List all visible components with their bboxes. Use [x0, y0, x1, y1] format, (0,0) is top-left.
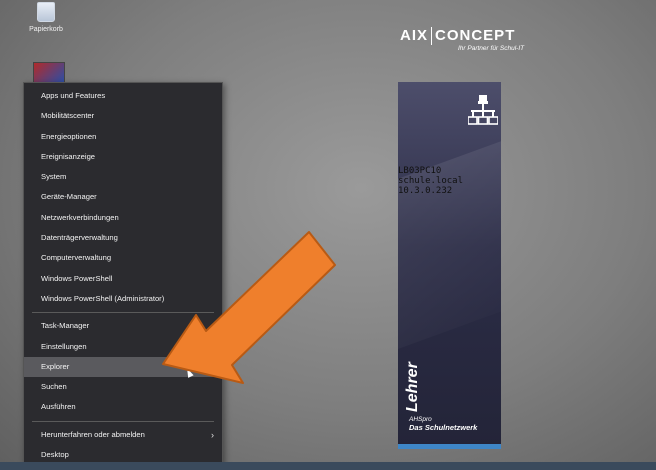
menu-item-network-connections[interactable]: Netzwerkverbindungen: [24, 208, 222, 228]
menu-item-computer-management[interactable]: Computerverwaltung: [24, 248, 222, 268]
menu-item-search[interactable]: Suchen: [24, 377, 222, 397]
role-label: Lehrer: [404, 362, 421, 412]
menu-item-apps-features[interactable]: Apps und Features: [24, 86, 222, 106]
menu-item-power-options[interactable]: Energieoptionen: [24, 127, 222, 147]
winx-context-menu: Apps und Features Mobilitätscenter Energ…: [23, 82, 223, 465]
network-tree-icon: [468, 95, 498, 125]
menu-item-run[interactable]: Ausführen: [24, 397, 222, 417]
recycle-bin-icon: [37, 2, 55, 22]
menu-item-task-manager[interactable]: Task-Manager: [24, 316, 222, 336]
menu-item-system[interactable]: System: [24, 167, 222, 187]
bginfo-panel: LB03PC10 schule.local 10.3.0.232 Lehrer …: [398, 82, 501, 449]
app-shortcut-icon[interactable]: [33, 62, 65, 84]
aixconcept-logo: AIX CONCEPT Ihr Partner für Schul-IT: [400, 27, 524, 52]
menu-item-mobility-center[interactable]: Mobilitätscenter: [24, 106, 222, 126]
menu-item-powershell[interactable]: Windows PowerShell: [24, 269, 222, 289]
logo-brand-right: CONCEPT: [435, 27, 516, 44]
logo-brand-left: AIX: [400, 27, 429, 44]
recycle-bin-label: Papierkorb: [29, 26, 63, 33]
chevron-right-icon: ›: [211, 429, 214, 440]
taskbar: [0, 462, 656, 470]
domain-name: schule.local: [398, 176, 464, 186]
product-line2: Das Schulnetzwerk: [409, 423, 478, 432]
menu-item-device-manager[interactable]: Geräte-Manager: [24, 187, 222, 207]
logo-tagline: Ihr Partner für Schul-IT: [458, 45, 525, 52]
logo-divider: [431, 27, 433, 46]
menu-item-shutdown-signout[interactable]: Herunterfahren oder abmelden ›: [24, 425, 222, 445]
recycle-bin-shortcut[interactable]: Papierkorb: [22, 0, 70, 33]
menu-separator: [32, 420, 214, 422]
menu-separator: [32, 312, 214, 314]
menu-item-powershell-admin[interactable]: Windows PowerShell (Administrator): [24, 289, 222, 309]
host-info: LB03PC10 schule.local 10.3.0.232: [398, 166, 463, 196]
menu-item-event-viewer[interactable]: Ereignisanzeige: [24, 147, 222, 167]
hostname: LB03PC10: [398, 166, 442, 176]
menu-item-disk-management[interactable]: Datenträgerverwaltung: [24, 228, 222, 248]
menu-item-settings[interactable]: Einstellungen: [24, 337, 222, 357]
panel-accent-strip: [398, 444, 501, 449]
menu-item-shutdown-label: Herunterfahren oder abmelden: [41, 429, 145, 439]
product-name: AHSpro Das Schulnetzwerk: [409, 416, 477, 432]
ip-address: 10.3.0.232: [398, 186, 453, 196]
